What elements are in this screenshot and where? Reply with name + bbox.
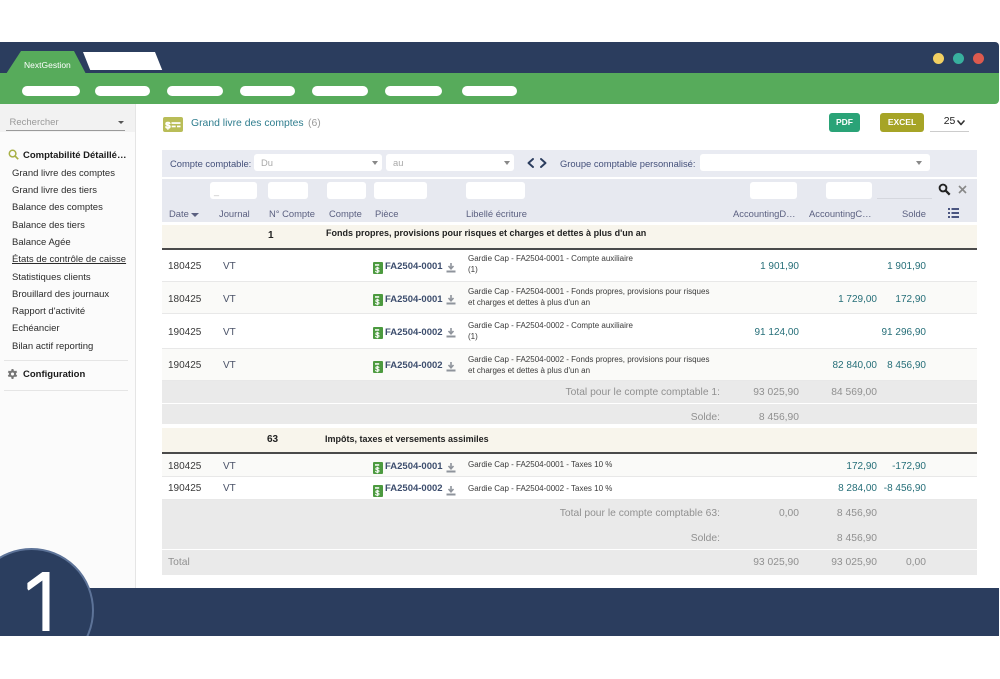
svg-text:$: $ bbox=[165, 121, 171, 132]
